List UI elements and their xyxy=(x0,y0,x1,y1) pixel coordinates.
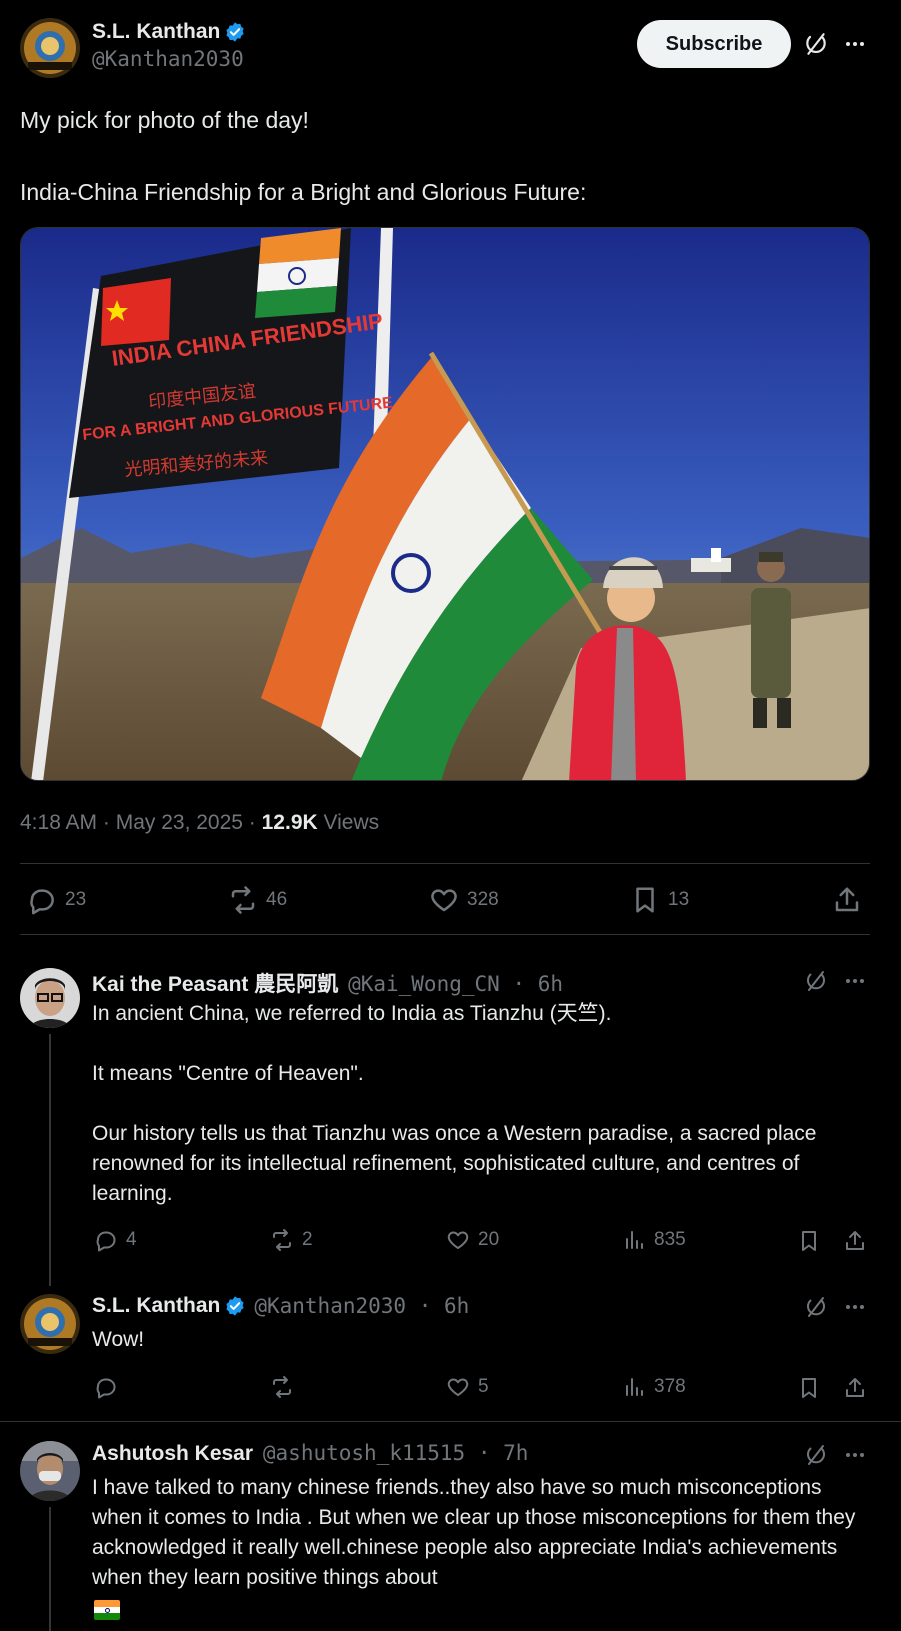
repost-button[interactable] xyxy=(270,1375,302,1399)
repost-icon xyxy=(273,1229,291,1251)
like-button[interactable]: 5 xyxy=(446,1375,489,1399)
verified-badge-icon xyxy=(226,1296,244,1316)
views-button[interactable]: 378 xyxy=(622,1375,686,1399)
reply-text: In ancient China, we referred to India a… xyxy=(92,1002,817,1205)
divider xyxy=(20,863,870,864)
reply-text: Wow! xyxy=(92,1328,145,1351)
reply-avatar[interactable] xyxy=(20,1441,80,1501)
repost-icon xyxy=(231,886,255,914)
views-count: 12.9K xyxy=(261,811,318,834)
reply-avatar[interactable] xyxy=(20,968,80,1028)
more-icon[interactable] xyxy=(846,979,864,983)
reply-button[interactable] xyxy=(94,1375,126,1399)
thread-line xyxy=(49,1034,51,1286)
more-icon[interactable] xyxy=(846,42,864,46)
divider xyxy=(0,1421,901,1422)
reply-button[interactable]: 23 xyxy=(27,885,86,915)
reply-author-name[interactable]: Kai the Peasant 農民阿凱 xyxy=(92,973,338,996)
like-icon xyxy=(447,1231,469,1249)
reply-icon xyxy=(96,1378,116,1399)
more-icon[interactable] xyxy=(846,1453,864,1457)
reply-count: 23 xyxy=(65,889,87,910)
share-icon xyxy=(835,887,859,912)
bookmark-button[interactable]: 13 xyxy=(630,885,689,915)
author-name[interactable]: S.L. Kanthan xyxy=(92,20,220,44)
reply-icon xyxy=(96,1231,116,1252)
bookmark-count: 13 xyxy=(668,889,690,910)
more-icon[interactable] xyxy=(846,1305,864,1309)
reply-icon xyxy=(30,889,54,915)
india-flag-emoji xyxy=(94,1600,120,1620)
thread-line xyxy=(49,1507,51,1631)
views-icon xyxy=(626,1231,643,1249)
share-icon xyxy=(846,1231,864,1250)
like-count: 20 xyxy=(478,1229,500,1250)
bookmark-icon xyxy=(802,1231,816,1251)
like-button[interactable]: 20 xyxy=(446,1228,499,1252)
views-button[interactable]: 835 xyxy=(622,1228,686,1252)
reply-handle-time[interactable]: @ashutosh_k11515 · 7h xyxy=(263,1441,529,1465)
reply-author-name[interactable]: S.L. Kanthan xyxy=(92,1294,220,1318)
repost-count: 46 xyxy=(266,889,288,910)
post-image[interactable]: INDIA CHINA FRIENDSHIP 印度中国友谊 FOR A BRIG… xyxy=(20,227,870,781)
reply-author-name[interactable]: Ashutosh Kesar xyxy=(92,1442,253,1465)
bookmark-button[interactable] xyxy=(797,1229,821,1258)
like-icon xyxy=(447,1378,469,1396)
repost-button[interactable]: 2 xyxy=(270,1228,313,1252)
like-icon xyxy=(431,889,457,912)
like-count: 328 xyxy=(467,889,499,910)
grok-icon[interactable] xyxy=(801,1440,831,1470)
reply-avatar[interactable] xyxy=(20,1294,80,1354)
reply-handle-time[interactable]: @Kai_Wong_CN · 6h xyxy=(348,972,563,996)
repost-button[interactable]: 46 xyxy=(228,885,287,915)
reply-count: 4 xyxy=(126,1229,137,1250)
post-text: My pick for photo of the day! India-Chin… xyxy=(20,107,587,205)
author-name-row[interactable]: S.L. Kanthan xyxy=(92,20,246,44)
grok-icon[interactable] xyxy=(801,966,831,996)
reply-handle-time[interactable]: @Kanthan2030 · 6h xyxy=(254,1294,469,1318)
share-button[interactable] xyxy=(843,1229,867,1258)
subscribe-button[interactable]: Subscribe xyxy=(637,20,791,68)
post-timestamp[interactable]: 4:18 AM · May 23, 2025 · xyxy=(20,811,262,834)
author-handle[interactable]: @Kanthan2030 xyxy=(92,47,246,71)
reply-button[interactable]: 4 xyxy=(94,1228,137,1252)
like-button[interactable]: 328 xyxy=(429,885,499,915)
share-button[interactable] xyxy=(843,1376,867,1405)
like-count: 5 xyxy=(478,1376,489,1397)
views-count: 378 xyxy=(654,1376,686,1397)
grok-icon[interactable] xyxy=(801,1292,831,1322)
divider xyxy=(20,934,870,935)
views-icon xyxy=(626,1378,643,1396)
verified-badge-icon xyxy=(226,22,244,42)
grok-icon[interactable] xyxy=(801,29,831,59)
repost-icon xyxy=(273,1376,291,1398)
bookmark-button[interactable] xyxy=(797,1376,821,1405)
reply-text: I have talked to many chinese friends..t… xyxy=(92,1476,856,1589)
views-count: 835 xyxy=(654,1229,686,1250)
share-button[interactable] xyxy=(832,885,862,915)
post-meta: 4:18 AM · May 23, 2025 · 12.9K Views xyxy=(20,811,379,835)
author-avatar[interactable] xyxy=(20,18,80,78)
bookmark-icon xyxy=(636,887,654,913)
share-icon xyxy=(846,1378,864,1397)
bookmark-icon xyxy=(802,1378,816,1398)
views-label: Views xyxy=(317,811,380,834)
repost-count: 2 xyxy=(302,1229,313,1250)
